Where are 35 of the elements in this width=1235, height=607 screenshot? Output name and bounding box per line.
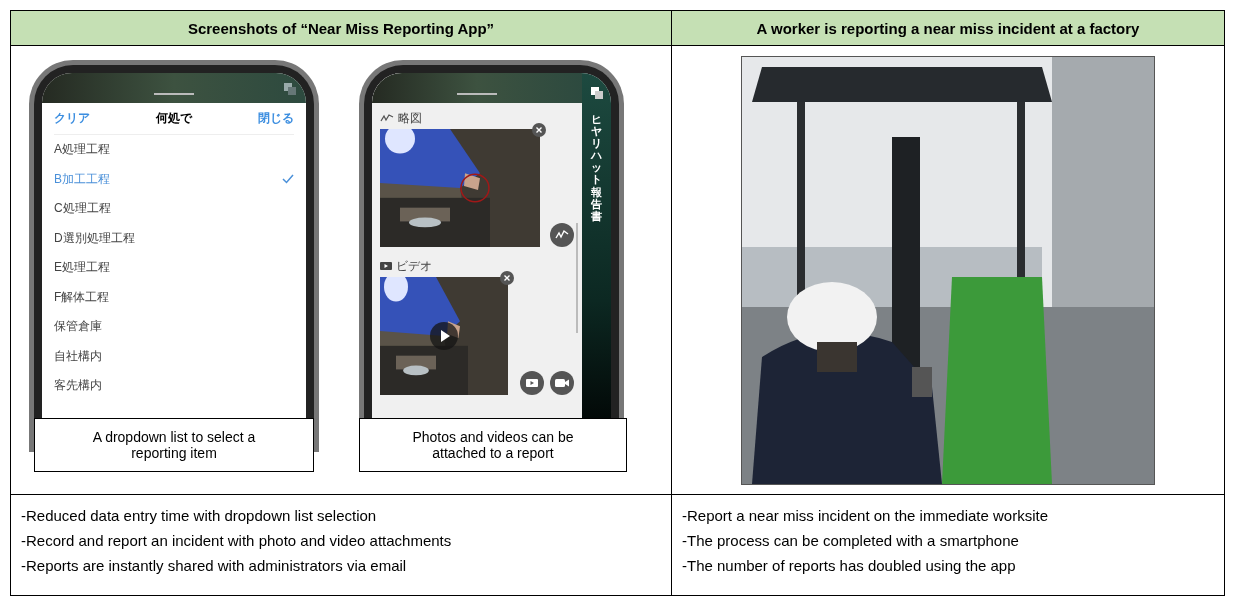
section-label: 略図 <box>398 109 422 127</box>
video-icon <box>380 262 392 270</box>
list-option[interactable]: E処理工程 <box>54 253 294 283</box>
vertical-title: ヒヤリハット報告書 <box>591 113 602 222</box>
close-icon[interactable] <box>532 123 546 137</box>
copy-icon <box>284 83 296 95</box>
list-option[interactable]: 客先構内 <box>54 371 294 401</box>
list-option[interactable]: B加工工程 <box>54 164 294 194</box>
camera-button[interactable] <box>550 371 574 395</box>
caption-box: A dropdown list to select a reporting item <box>34 418 314 472</box>
note-line: -Record and report an incident with photo and video attachments <box>21 531 453 551</box>
note-line: -The number of reports has doubled using the app <box>682 556 1017 576</box>
media-button[interactable] <box>520 371 544 395</box>
column-heading: Screenshots of “Near Miss Reporting App” <box>187 19 495 37</box>
section-label: ビデオ <box>396 257 432 275</box>
list-option[interactable]: C処理工程 <box>54 194 294 224</box>
list-option[interactable]: A処理工程 <box>54 135 294 165</box>
list-option[interactable]: 保管倉庫 <box>54 312 294 342</box>
close-icon[interactable] <box>500 271 514 285</box>
note-line: -Report a near miss incident on the immediate worksite <box>682 506 1049 526</box>
checkmark-icon <box>282 174 294 185</box>
draw-button[interactable] <box>550 223 574 247</box>
note-line: -The process can be completed with a smartphone <box>682 531 1020 551</box>
list-option[interactable]: F解体工程 <box>54 282 294 312</box>
caption-box: Photos and videos can be attached to a report <box>359 418 627 472</box>
close-button[interactable]: 閉じる <box>258 110 294 127</box>
play-icon[interactable] <box>430 322 458 350</box>
column-heading: A worker is reporting a near miss incident at a factory <box>756 19 1140 37</box>
list-option[interactable]: D選別処理工程 <box>54 223 294 253</box>
list-option[interactable]: 自社構内 <box>54 341 294 371</box>
sketch-icon <box>380 114 394 122</box>
note-line: -Reports are instantly shared with administrators via email <box>21 556 408 576</box>
copy-icon <box>590 87 603 99</box>
sheet-title: 何処で <box>156 110 192 127</box>
note-line: -Reduced data entry time with dropdown list selection <box>21 506 378 526</box>
